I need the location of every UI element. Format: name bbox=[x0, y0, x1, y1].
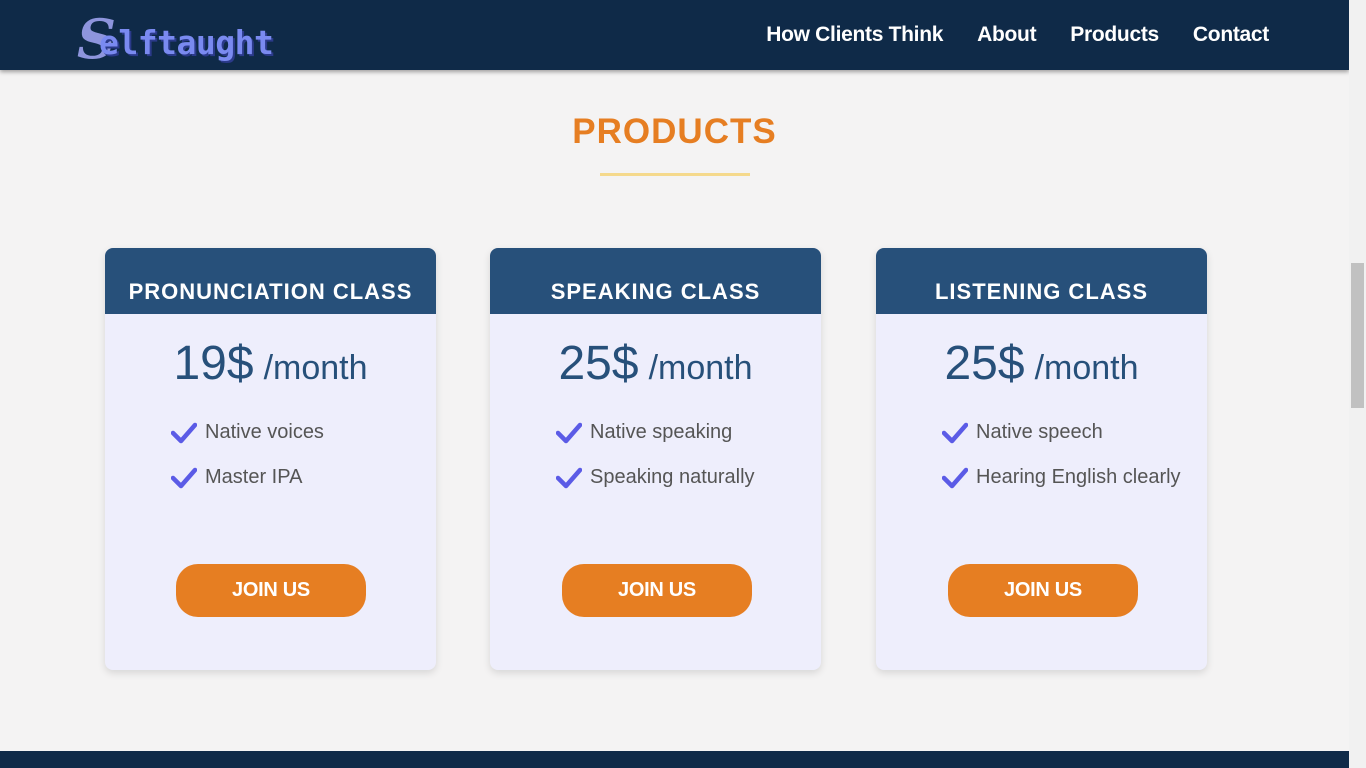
join-us-button[interactable]: JOIN US bbox=[562, 564, 752, 617]
feature-label: Hearing English clearly bbox=[976, 466, 1181, 488]
price-period: /month bbox=[1034, 349, 1139, 387]
logo[interactable]: S elftaught bbox=[77, 12, 317, 68]
navbar: S elftaught How Clients Think About Prod… bbox=[0, 0, 1349, 70]
card-title: SPEAKING CLASS bbox=[550, 279, 761, 304]
vertical-scrollbar[interactable] bbox=[1349, 0, 1366, 768]
main-nav: How Clients Think About Products Contact bbox=[766, 0, 1269, 70]
card-header: SPEAKING CLASS bbox=[490, 248, 821, 314]
feature-item: Speaking naturally bbox=[556, 455, 755, 500]
card-title: LISTENING CLASS bbox=[934, 279, 1148, 304]
feature-item: Native speaking bbox=[556, 410, 755, 455]
footer-strip bbox=[0, 751, 1349, 768]
scrollbar-thumb[interactable] bbox=[1351, 263, 1364, 408]
pricing-card-pronunciation: PRONUNCIATION CLASS 19$ /month Native vo… bbox=[105, 248, 436, 670]
feature-list: Native speaking Speaking naturally bbox=[556, 410, 755, 500]
price-period: /month bbox=[263, 349, 368, 387]
check-icon bbox=[556, 422, 582, 443]
feature-item: Native voices bbox=[171, 410, 324, 455]
price: 25$ bbox=[944, 337, 1025, 390]
card-title: PRONUNCIATION CLASS bbox=[128, 279, 413, 304]
feature-item: Master IPA bbox=[171, 455, 324, 500]
title-underline bbox=[600, 173, 750, 176]
feature-item: Hearing English clearly bbox=[942, 455, 1181, 500]
feature-label: Speaking naturally bbox=[590, 466, 755, 488]
page: S elftaught How Clients Think About Prod… bbox=[0, 0, 1366, 768]
pricing-card-listening: LISTENING CLASS 25$ /month Native speech… bbox=[876, 248, 1207, 670]
feature-item: Native speech bbox=[942, 410, 1181, 455]
nav-link-about[interactable]: About bbox=[977, 23, 1036, 47]
feature-list: Native speech Hearing English clearly bbox=[942, 410, 1181, 500]
pricing-card-speaking: SPEAKING CLASS 25$ /month Native speakin… bbox=[490, 248, 821, 670]
nav-link-contact[interactable]: Contact bbox=[1193, 23, 1269, 47]
join-us-button[interactable]: JOIN US bbox=[948, 564, 1138, 617]
card-header: PRONUNCIATION CLASS bbox=[105, 248, 436, 314]
feature-label: Master IPA bbox=[205, 466, 303, 488]
card-header: LISTENING CLASS bbox=[876, 248, 1207, 314]
nav-link-products[interactable]: Products bbox=[1070, 23, 1159, 47]
price-row: 25$ /month bbox=[490, 336, 821, 391]
feature-list: Native voices Master IPA bbox=[171, 410, 324, 500]
price-period: /month bbox=[648, 349, 753, 387]
check-icon bbox=[556, 467, 582, 488]
section-title: PRODUCTS bbox=[572, 112, 777, 151]
feature-label: Native speech bbox=[976, 421, 1103, 443]
check-icon bbox=[171, 467, 197, 488]
feature-label: Native voices bbox=[205, 421, 324, 443]
check-icon bbox=[942, 422, 968, 443]
logo-text: elftaught bbox=[99, 23, 274, 62]
price-row: 19$ /month bbox=[105, 336, 436, 391]
feature-label: Native speaking bbox=[590, 421, 733, 443]
price: 19$ bbox=[173, 337, 254, 390]
check-icon bbox=[171, 422, 197, 443]
price: 25$ bbox=[558, 337, 639, 390]
price-row: 25$ /month bbox=[876, 336, 1207, 391]
check-icon bbox=[942, 467, 968, 488]
nav-link-how-clients-think[interactable]: How Clients Think bbox=[766, 23, 943, 47]
join-us-button[interactable]: JOIN US bbox=[176, 564, 366, 617]
